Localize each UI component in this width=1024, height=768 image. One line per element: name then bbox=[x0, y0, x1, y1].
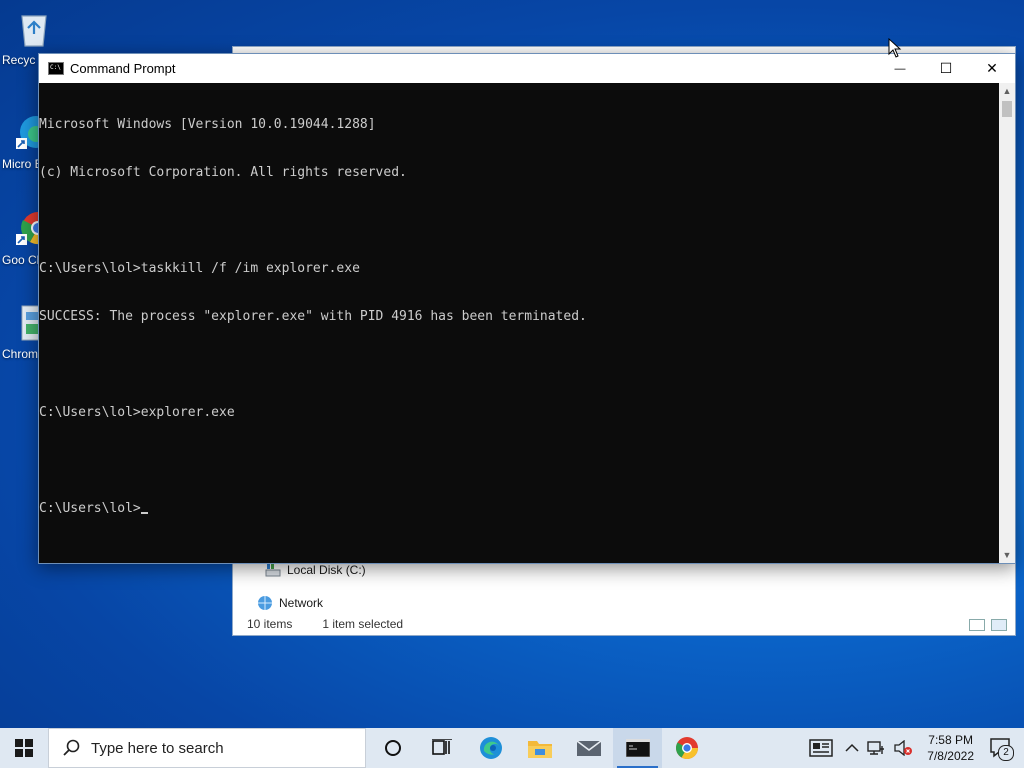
mouse-pointer-icon bbox=[888, 38, 902, 58]
text-cursor bbox=[140, 512, 148, 514]
file-explorer-icon bbox=[527, 741, 552, 758]
notification-badge: 2 bbox=[998, 745, 1014, 761]
taskbar-clock[interactable]: 7:58 PM 7/8/2022 bbox=[917, 732, 984, 764]
wired-network-icon bbox=[867, 741, 885, 755]
console-line: SUCCESS: The process "explorer.exe" with… bbox=[39, 309, 587, 324]
minimize-button[interactable]: — bbox=[877, 54, 923, 83]
taskbar: Type here to search 7:58 PM 7/8/2022 2 bbox=[0, 728, 1024, 768]
scroll-up-icon[interactable]: ▲ bbox=[999, 83, 1015, 99]
search-placeholder: Type here to search bbox=[91, 739, 224, 757]
console-line: (c) Microsoft Corporation. All rights re… bbox=[39, 165, 407, 180]
close-icon: ✕ bbox=[986, 60, 998, 76]
search-icon bbox=[63, 739, 80, 756]
details-view-icon[interactable] bbox=[969, 619, 985, 631]
action-center-button[interactable]: 2 bbox=[984, 728, 1024, 768]
list-item-local-disk[interactable]: Local Disk (C:) bbox=[265, 563, 366, 577]
taskbar-edge[interactable] bbox=[466, 728, 515, 768]
local-disk-icon bbox=[265, 564, 281, 577]
maximize-button[interactable]: ☐ bbox=[923, 54, 969, 83]
command-prompt-icon bbox=[625, 739, 650, 757]
cortana-icon bbox=[384, 740, 401, 756]
scroll-down-icon[interactable]: ▼ bbox=[999, 547, 1015, 563]
taskbar-search-box[interactable]: Type here to search bbox=[48, 728, 366, 768]
list-item-label: Local Disk (C:) bbox=[287, 563, 366, 577]
taskbar-chrome[interactable] bbox=[662, 728, 711, 768]
console-prompt-line[interactable]: C:\Users\lol> bbox=[39, 501, 999, 517]
chrome-icon bbox=[675, 737, 698, 759]
network-icon bbox=[258, 596, 272, 610]
list-item-label: Network bbox=[279, 596, 324, 610]
large-icons-view-icon[interactable] bbox=[991, 619, 1007, 631]
cortana-button[interactable] bbox=[368, 728, 417, 768]
vertical-scrollbar[interactable]: ▲ ▼ bbox=[999, 83, 1015, 563]
command-prompt-app-icon bbox=[48, 62, 64, 75]
console-line: C:\Users\lol>explorer.exe bbox=[39, 405, 235, 420]
list-item-network[interactable]: Network bbox=[257, 595, 323, 611]
taskbar-mail[interactable] bbox=[564, 728, 613, 768]
minimize-icon: — bbox=[894, 62, 906, 75]
command-prompt-window[interactable]: Command Prompt — ☐ ✕ Microsoft Windows [… bbox=[38, 53, 1016, 564]
close-button[interactable]: ✕ bbox=[969, 54, 1015, 83]
news-widget-button[interactable] bbox=[801, 728, 841, 768]
system-tray: 7:58 PM 7/8/2022 2 bbox=[801, 728, 1024, 768]
edge-icon bbox=[479, 737, 502, 759]
window-title: Command Prompt bbox=[70, 61, 176, 76]
mail-icon bbox=[576, 740, 601, 756]
selected-count: 1 item selected bbox=[322, 617, 404, 631]
clock-date: 7/8/2022 bbox=[927, 749, 974, 763]
console-output[interactable]: Microsoft Windows [Version 10.0.19044.12… bbox=[39, 83, 999, 563]
windows-logo-icon bbox=[15, 739, 33, 757]
volume-muted-icon bbox=[894, 740, 913, 756]
window-titlebar[interactable]: Command Prompt — ☐ ✕ bbox=[39, 54, 1015, 83]
task-view-button[interactable] bbox=[417, 728, 466, 768]
console-line: Microsoft Windows [Version 10.0.19044.12… bbox=[39, 117, 376, 132]
volume-button[interactable] bbox=[889, 728, 917, 768]
news-icon bbox=[809, 739, 834, 757]
show-hidden-icons-button[interactable] bbox=[841, 728, 863, 768]
console-prompt: C:\Users\lol> bbox=[39, 501, 141, 516]
taskbar-file-explorer[interactable] bbox=[515, 728, 564, 768]
explorer-status-bar: 10 items 1 item selected bbox=[247, 617, 403, 631]
taskbar-command-prompt[interactable] bbox=[613, 728, 662, 768]
clock-time: 7:58 PM bbox=[928, 733, 973, 747]
start-button[interactable] bbox=[0, 728, 48, 768]
task-view-icon bbox=[431, 739, 452, 755]
chevron-up-icon bbox=[845, 743, 859, 752]
maximize-icon: ☐ bbox=[939, 60, 953, 76]
scrollbar-thumb[interactable] bbox=[1002, 101, 1012, 117]
network-status-button[interactable] bbox=[863, 728, 889, 768]
view-toggle-group bbox=[969, 619, 1007, 631]
item-count: 10 items bbox=[247, 617, 293, 631]
recycle-bin-icon bbox=[21, 15, 47, 47]
console-line: C:\Users\lol>taskkill /f /im explorer.ex… bbox=[39, 261, 360, 276]
